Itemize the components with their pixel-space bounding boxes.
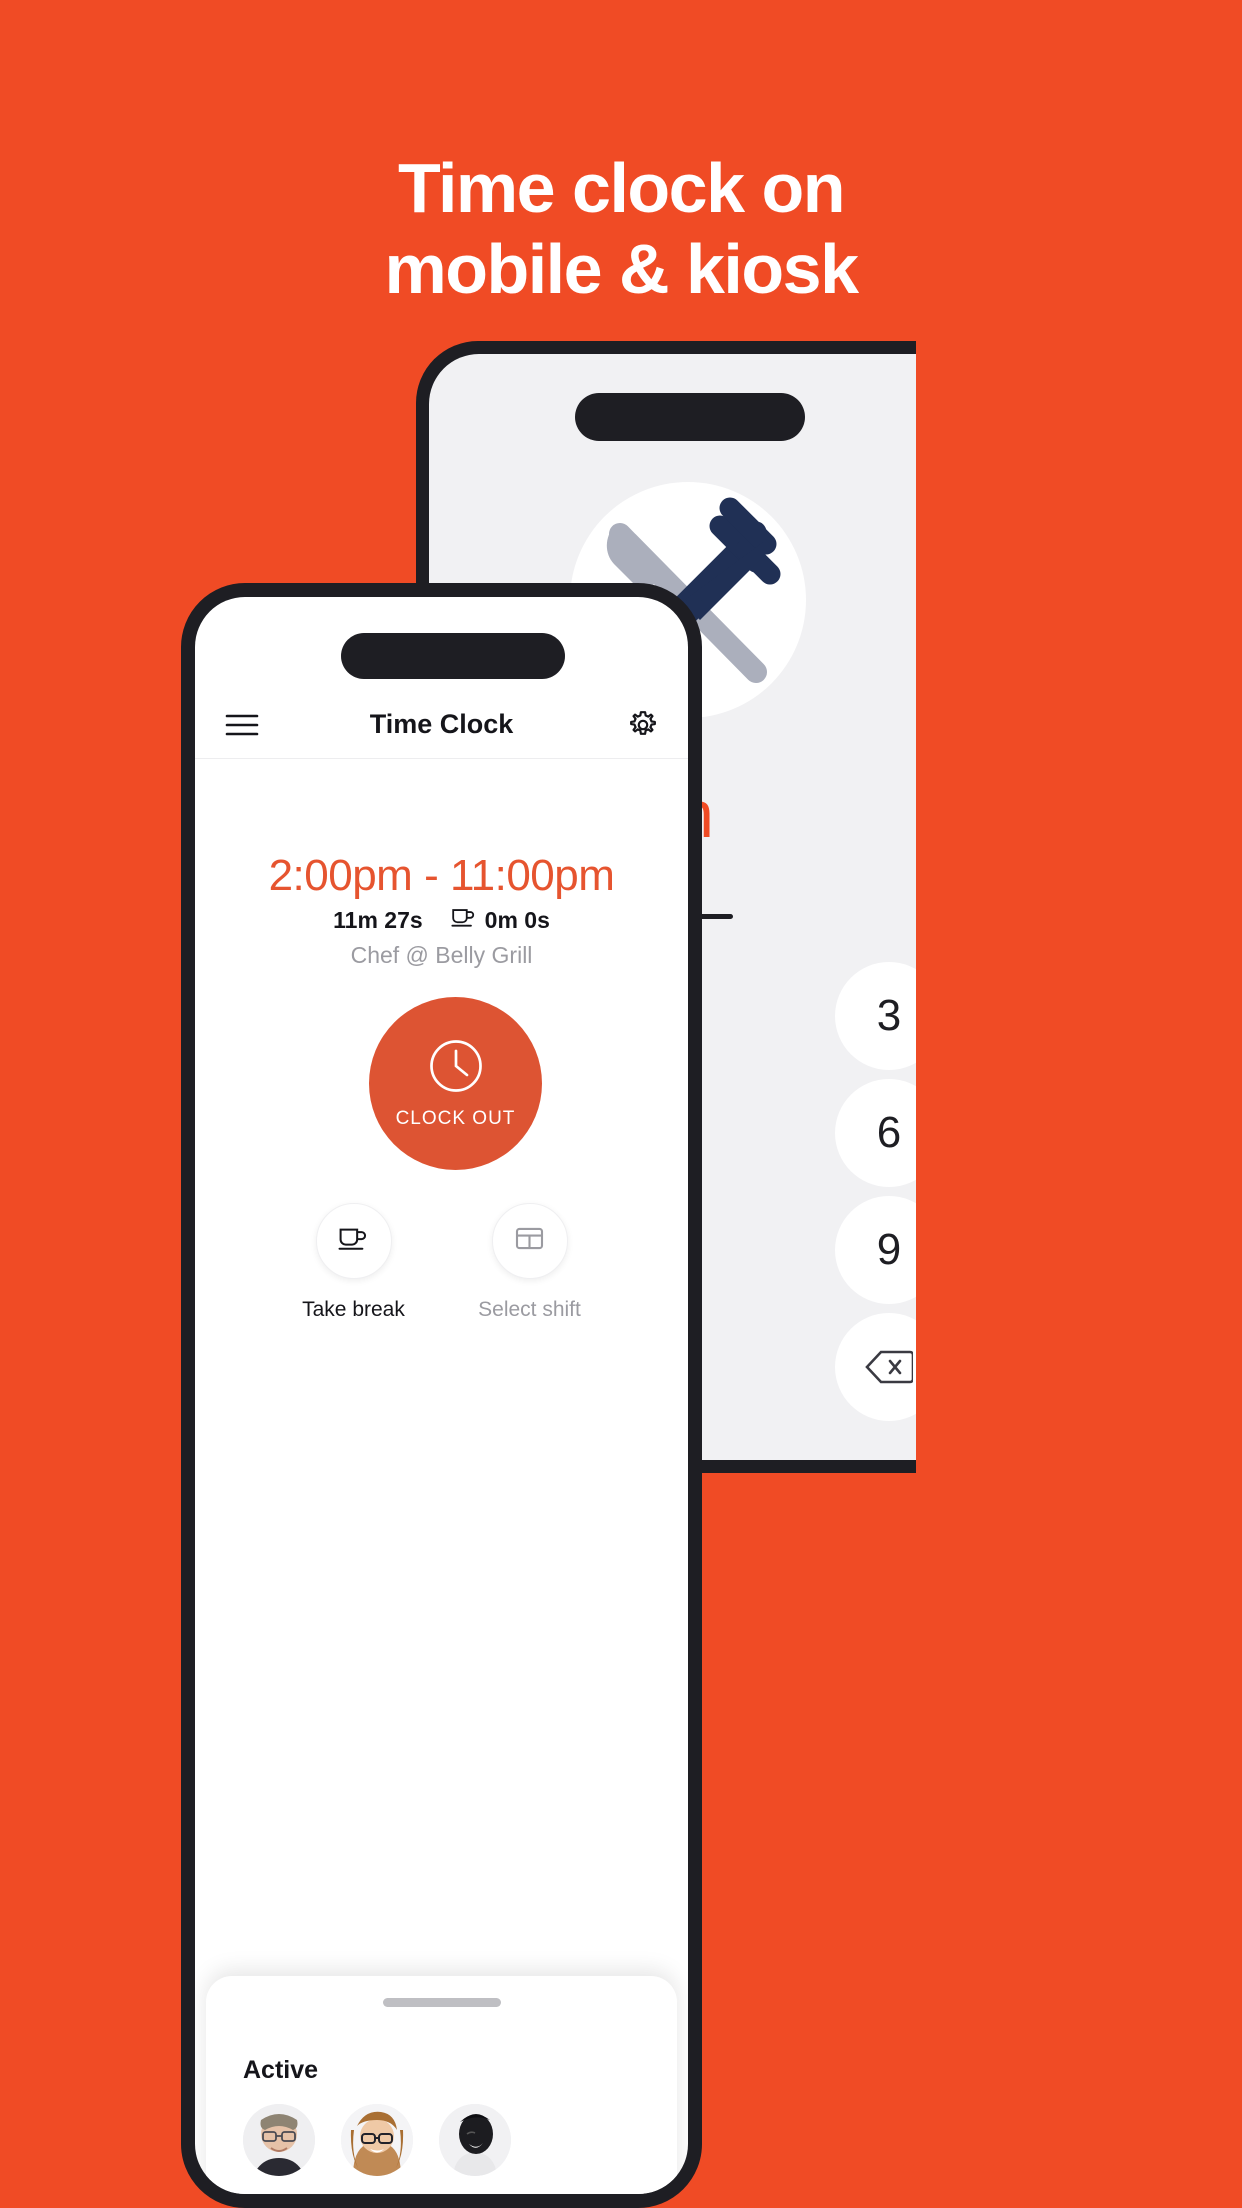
coffee-cup-icon [338,1226,369,1257]
secondary-actions: Take break Select shift [195,1203,688,1322]
mobile-phone-mockup: Time Clock 2:00pm - 11:00pm 11m 27s 0m 0… [181,583,702,2208]
key-6[interactable]: 6 [835,1079,916,1187]
headline-line-2: mobile & kiosk [384,230,859,309]
coffee-cup-icon [451,907,476,934]
avatar-person-3[interactable] [439,2104,511,2176]
page-title: Time clock on mobile & kiosk [0,148,1242,310]
keypad-spacer [697,962,805,1070]
key-3[interactable]: 3 [835,962,916,1070]
worked-duration: 11m 27s [333,907,423,933]
kiosk-dynamic-island [575,393,805,441]
app-header: Time Clock [195,691,688,759]
avatar-list [243,2104,511,2176]
select-shift-button[interactable]: Select shift [472,1203,588,1322]
mobile-screen: Time Clock 2:00pm - 11:00pm 11m 27s 0m 0… [195,597,688,2194]
take-break-label: Take break [302,1298,405,1321]
sheet-drag-handle[interactable] [382,1998,501,2007]
take-break-icon-circle [315,1203,392,1279]
keypad-spacer [697,1079,805,1187]
clock-icon [427,1037,485,1100]
avatar-person-1[interactable] [243,2104,315,2176]
promo-screenshot: Time clock on mobile & kiosk 3 6 9 Time … [0,0,1242,2208]
headline-line-1: Time clock on [397,149,846,227]
active-employees-sheet[interactable]: Active [206,1976,677,2194]
break-duration-group: 0m 0s [451,907,550,934]
keypad-spacer [697,1313,805,1421]
key-9[interactable]: 9 [835,1196,916,1304]
backspace-icon [865,1349,913,1385]
clock-out-button[interactable]: CLOCK OUT [369,997,542,1170]
gear-icon[interactable] [620,702,666,748]
select-shift-label: Select shift [478,1298,581,1321]
mobile-dynamic-island [341,633,565,679]
clock-out-label: CLOCK OUT [395,1108,516,1129]
take-break-button[interactable]: Take break [296,1203,412,1322]
key-backspace[interactable] [835,1313,916,1421]
page-title: Time Clock [369,709,514,739]
select-shift-icon-circle [491,1203,568,1279]
grid-table-icon [515,1226,544,1256]
shift-time-range: 2:00pm - 11:00pm [268,851,615,900]
job-and-location: Chef @ Belly Grill [350,942,533,968]
keypad-spacer [697,1196,805,1304]
sheet-title: Active [243,2056,319,2084]
break-duration: 0m 0s [484,907,550,933]
duration-row: 11m 27s 0m 0s [195,907,688,934]
avatar-person-2[interactable] [341,2104,413,2176]
worked-duration-group: 11m 27s [333,907,423,934]
